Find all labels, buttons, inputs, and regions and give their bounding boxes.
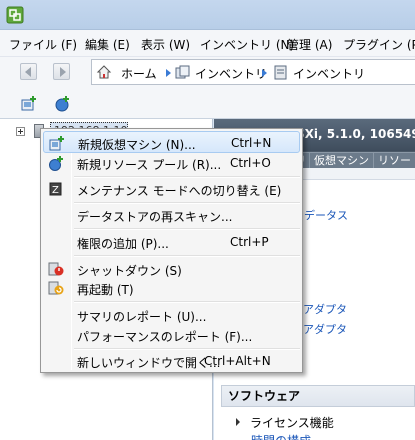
menu-item-shortcut: Ctrl+Alt+N [204,354,271,368]
menu-item-rescan-datastores[interactable]: データストアの再スキャン... [43,204,300,226]
context-menu: 新規仮想マシン (N)... Ctrl+N 新規リソース プール (R)... … [40,128,303,373]
toolbar [0,87,415,119]
menu-item-label: メンテナンス モードへの切り替え (E) [77,184,282,198]
menu-file[interactable]: ファイル (F) [9,36,77,53]
menu-item-summary-report[interactable]: サマリのレポート (U)... [43,304,300,326]
reboot-icon [48,281,64,295]
menu-item-shortcut: Ctrl+N [231,136,272,150]
menu-item-new-vm[interactable]: 新規仮想マシン (N)... Ctrl+N [43,131,300,153]
menu-item-reboot[interactable]: 再起動 (T) [43,277,300,299]
svg-text:Z: Z [52,185,59,196]
menu-item-shortcut: Ctrl+P [230,235,269,249]
datastore-link[interactable]: データス [304,207,348,223]
new-vm-icon [49,136,64,151]
menu-bar: ファイル (F) 編集 (E) 表示 (W) インベントリ (N) 管理 (A)… [0,30,415,57]
title-bar [0,0,415,30]
menu-edit[interactable]: 編集 (E) [85,36,130,53]
menu-view[interactable]: 表示 (W) [141,36,190,53]
shutdown-icon [48,262,64,276]
menu-item-label: サマリのレポート (U)... [77,310,207,324]
tab-vms[interactable]: 仮想マシン [309,152,374,168]
breadcrumb: ホーム インベントリ インベントリ [91,59,415,85]
hosts-clusters-icon [274,65,287,80]
new-vm-icon[interactable] [21,95,38,112]
license-features-item[interactable]: ライセンス機能 [250,414,334,431]
breadcrumb-arrow-icon[interactable] [166,69,171,77]
menu-item-maintenance-mode[interactable]: Z メンテナンス モードへの切り替え (E) [43,178,300,200]
software-section-header: ソフトウェア [221,385,415,407]
menu-inventory[interactable]: インベントリ (N) [200,36,294,53]
inventory-icon [175,65,190,79]
breadcrumb-home[interactable]: ホーム [121,65,157,82]
breadcrumb-inventory-current[interactable]: インベントリ [293,65,365,82]
menu-item-open-new-window[interactable]: 新しいウィンドウで開く... Ctrl+Alt+N [43,350,300,372]
new-resource-pool-icon[interactable] [54,95,71,112]
menu-item-label: 権限の追加 (P)... [77,237,169,251]
menu-separator [74,255,300,257]
vsphere-client-icon [6,6,24,24]
menu-separator [74,228,300,230]
back-button[interactable] [20,63,37,80]
menu-plugin[interactable]: プラグイン (P) [343,36,415,53]
adapter-link[interactable]: アダプタ [303,321,347,337]
menu-item-label: 新規リソース プール (R)... [77,158,222,172]
tree-expand-icon[interactable] [16,127,25,136]
menu-separator [74,301,300,303]
menu-item-label: パフォーマンスのレポート (F)... [77,330,253,344]
menu-item-label: 再起動 (T) [77,283,134,297]
breadcrumb-arrow-icon[interactable] [262,69,267,77]
time-config-item[interactable]: 時間の構成 [251,432,311,440]
menu-admin[interactable]: 管理 (A) [287,36,332,53]
menu-item-label: 新規仮想マシン (N)... [78,138,196,152]
host-title: SXi, 5.1.0, 1065491 [296,127,415,141]
expand-arrow-icon[interactable] [236,418,240,426]
maintenance-mode-icon: Z [49,182,62,196]
adapter-link[interactable]: アダプタ [303,301,347,317]
tab-resource[interactable]: リソー [373,152,415,168]
menu-item-new-resource-pool[interactable]: 新規リソース プール (R)... Ctrl+O [43,152,300,174]
breadcrumb-inventory[interactable]: インベントリ [195,65,267,82]
forward-button[interactable] [53,63,70,80]
menu-item-shortcut: Ctrl+O [230,156,271,170]
menu-item-label: データストアの再スキャン... [77,210,233,224]
new-resource-pool-icon [49,156,63,171]
menu-item-add-permission[interactable]: 権限の追加 (P)... Ctrl+P [43,231,300,253]
home-icon [96,65,112,79]
menu-item-label: 新しいウィンドウで開く... [77,356,221,370]
menu-item-performance-report[interactable]: パフォーマンスのレポート (F)... [43,324,300,346]
